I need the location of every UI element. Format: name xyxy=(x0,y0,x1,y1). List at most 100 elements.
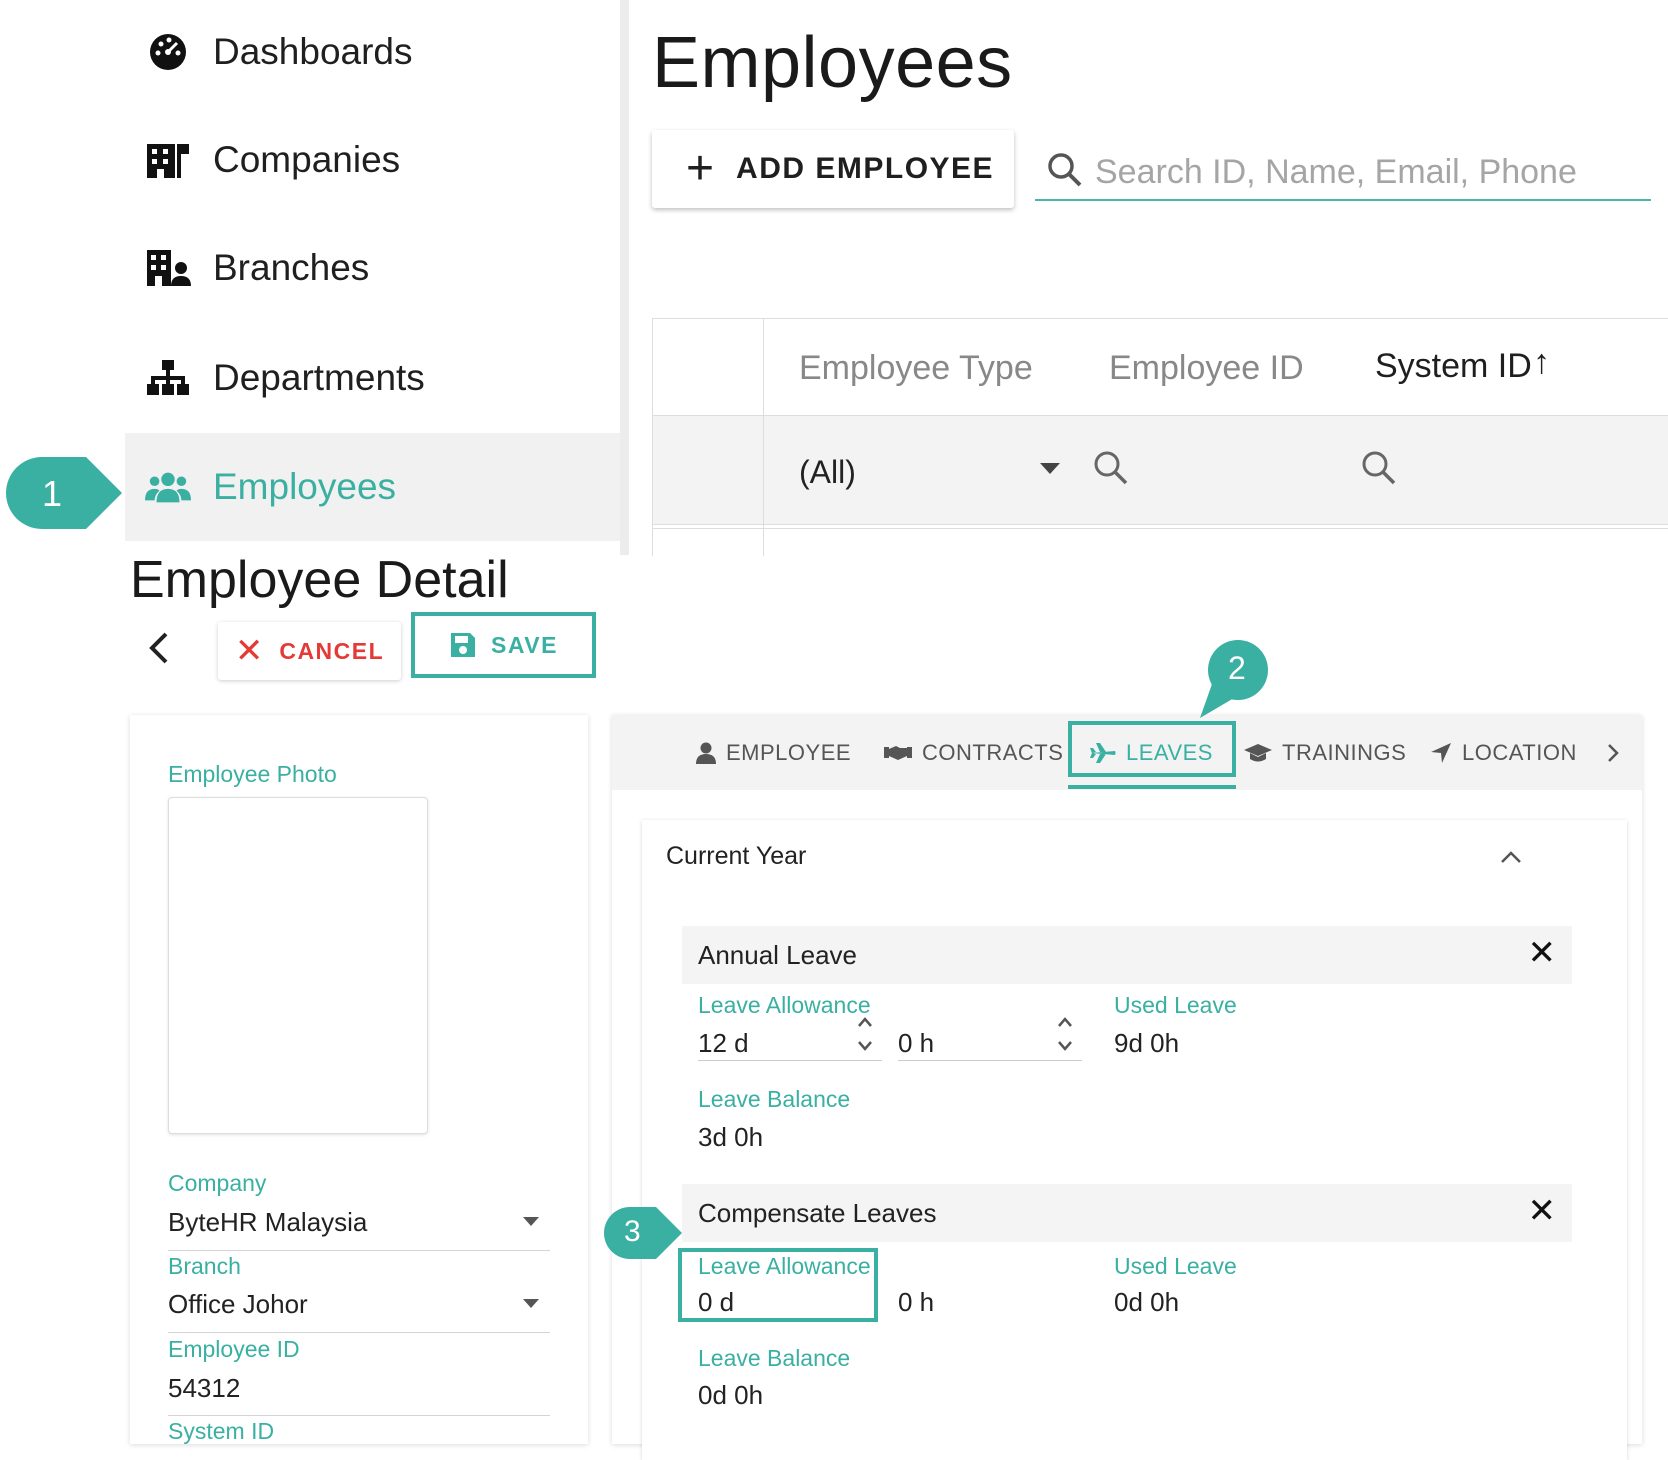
sort-ascending-icon[interactable]: ↑ xyxy=(1533,343,1550,382)
leave-type-header: Compensate Leaves ✕ xyxy=(682,1184,1572,1242)
back-chevron-icon[interactable] xyxy=(140,628,180,668)
sidebar-item-label: Employees xyxy=(213,466,397,507)
branch-dropdown-caret-icon[interactable] xyxy=(522,1297,540,1315)
leave-type-name: Compensate Leaves xyxy=(698,1198,937,1228)
employee-id-label: Employee ID xyxy=(168,1336,300,1362)
tab-label: TRAININGS xyxy=(1282,739,1407,765)
company-dropdown-caret-icon[interactable] xyxy=(522,1215,540,1233)
remove-leave-close-icon[interactable]: ✕ xyxy=(1528,1194,1557,1228)
branch-label: Branch xyxy=(168,1253,241,1279)
company-select[interactable]: ByteHR Malaysia xyxy=(168,1207,367,1238)
tab-contracts[interactable]: CONTRACTS xyxy=(884,715,1063,790)
sidebar-item-label: Branches xyxy=(213,247,370,288)
current-year-panel: Current Year Annual Leave ✕ Leave Allowa… xyxy=(642,820,1627,1460)
search-bar xyxy=(1035,145,1651,201)
hours-input-underline xyxy=(898,1060,1082,1061)
save-label: SAVE xyxy=(491,631,558,658)
branches-building-icon xyxy=(145,245,191,291)
add-employee-label: ADD EMPLOYEE xyxy=(736,152,995,185)
leave-allowance-hours-input[interactable]: 0 h xyxy=(898,1287,934,1318)
employee-info-card: Employee Photo Company ByteHR Malaysia B… xyxy=(130,715,588,1444)
grid-header: Employee Type Employee ID System ID ↑ xyxy=(653,319,1668,416)
callout-number: 3 xyxy=(624,1215,641,1248)
leave-balance-value: 3d 0h xyxy=(698,1122,764,1152)
tab-label: LOCATION xyxy=(1462,739,1577,765)
page-title: Employees xyxy=(652,23,1013,103)
sidebar-item-label: Dashboards xyxy=(213,31,413,72)
sidebar-item-label: Departments xyxy=(213,357,425,398)
employee-id-underline xyxy=(168,1415,550,1416)
tab-label: CONTRACTS xyxy=(922,739,1064,765)
cancel-label: CANCEL xyxy=(279,637,385,664)
close-x-icon: ✕ xyxy=(234,632,264,670)
dropdown-caret-icon[interactable] xyxy=(1039,462,1061,481)
plus-icon: + xyxy=(686,142,715,195)
callout-marker-1: 1 xyxy=(4,455,124,536)
remove-leave-close-icon[interactable]: ✕ xyxy=(1528,936,1557,970)
sidebar-item-branches[interactable]: Branches xyxy=(125,216,620,320)
add-employee-button[interactable]: + ADD EMPLOYEE xyxy=(652,130,1014,208)
employees-grid: Employee Type Employee ID System ID ↑ (A… xyxy=(652,318,1668,556)
used-leave-value: 9d 0h xyxy=(1114,1028,1180,1058)
tab-highlight xyxy=(1068,721,1236,777)
sidebar-item-dashboards[interactable]: Dashboards xyxy=(125,0,620,104)
leave-balance-label: Leave Balance xyxy=(698,1345,851,1371)
tab-trainings[interactable]: TRAININGS xyxy=(1244,715,1406,790)
column-header-system-id[interactable]: System ID xyxy=(1375,347,1532,386)
grid-column-divider xyxy=(763,319,764,556)
callout-number: 2 xyxy=(1228,650,1246,686)
dashboard-gauge-icon xyxy=(145,29,191,75)
chevron-up-icon[interactable] xyxy=(1500,850,1522,869)
leave-type-header: Annual Leave ✕ xyxy=(682,926,1572,984)
tab-location[interactable]: LOCATION xyxy=(1430,715,1577,790)
location-arrow-icon xyxy=(1430,742,1452,764)
used-leave-label: Used Leave xyxy=(1114,992,1237,1018)
employee-photo-label: Employee Photo xyxy=(168,761,337,787)
companies-building-icon xyxy=(145,137,191,183)
employee-type-filter-select[interactable]: (All) xyxy=(799,454,856,491)
search-icon xyxy=(1047,152,1083,193)
employee-id-filter-search-icon[interactable] xyxy=(1093,450,1129,491)
detail-title: Employee Detail xyxy=(130,551,509,609)
leave-allowance-label: Leave Allowance xyxy=(698,1253,871,1279)
employee-id-field[interactable]: 54312 xyxy=(168,1373,240,1404)
column-header-employee-id[interactable]: Employee ID xyxy=(1109,349,1304,388)
column-header-employee-type[interactable]: Employee Type xyxy=(799,349,1033,388)
sidebar-item-companies[interactable]: Companies xyxy=(125,108,620,212)
callout-marker-3: 3 xyxy=(602,1205,684,1266)
graduation-cap-icon xyxy=(1244,743,1272,763)
departments-sitemap-icon xyxy=(145,355,191,401)
cancel-button[interactable]: ✕ CANCEL xyxy=(218,622,401,680)
tab-employee[interactable]: EMPLOYEE xyxy=(696,715,851,790)
floppy-disk-icon xyxy=(449,631,477,659)
leave-type-name: Annual Leave xyxy=(698,940,858,970)
days-input-underline xyxy=(698,1060,882,1061)
sidebar-divider xyxy=(620,0,629,555)
company-label: Company xyxy=(168,1170,267,1196)
tab-label: EMPLOYEE xyxy=(726,739,852,765)
save-button[interactable]: SAVE xyxy=(411,612,596,678)
leave-allowance-days-input[interactable]: 12 d xyxy=(698,1028,749,1059)
leave-allowance-hours-input[interactable]: 0 h xyxy=(898,1028,934,1059)
grid-row-separator xyxy=(653,528,1668,529)
leave-balance-value: 0d 0h xyxy=(698,1380,764,1410)
search-input[interactable] xyxy=(1093,151,1637,193)
section-title: Current Year xyxy=(666,842,807,870)
chevron-right-icon[interactable] xyxy=(1606,743,1620,768)
leave-allowance-days-input[interactable]: 0 d xyxy=(698,1287,734,1318)
system-id-filter-search-icon[interactable] xyxy=(1361,450,1397,491)
person-icon xyxy=(696,742,716,764)
days-stepper-icon[interactable] xyxy=(856,1016,874,1057)
sidebar-item-label: Companies xyxy=(213,139,401,180)
leave-allowance-label: Leave Allowance xyxy=(698,992,871,1018)
leaves-card: EMPLOYEE CONTRACTS LEAVES TRAININGS LOCA… xyxy=(612,715,1642,1460)
used-leave-label: Used Leave xyxy=(1114,1253,1237,1279)
callout-marker-2: 2 xyxy=(1198,638,1270,725)
branch-select[interactable]: Office Johor xyxy=(168,1289,308,1320)
branch-underline xyxy=(168,1332,550,1333)
company-underline xyxy=(168,1250,550,1251)
sidebar-item-departments[interactable]: Departments xyxy=(125,326,620,430)
hours-stepper-icon[interactable] xyxy=(1056,1016,1074,1057)
employee-photo[interactable] xyxy=(168,797,428,1134)
sidebar-item-employees[interactable]: Employees xyxy=(125,433,620,541)
